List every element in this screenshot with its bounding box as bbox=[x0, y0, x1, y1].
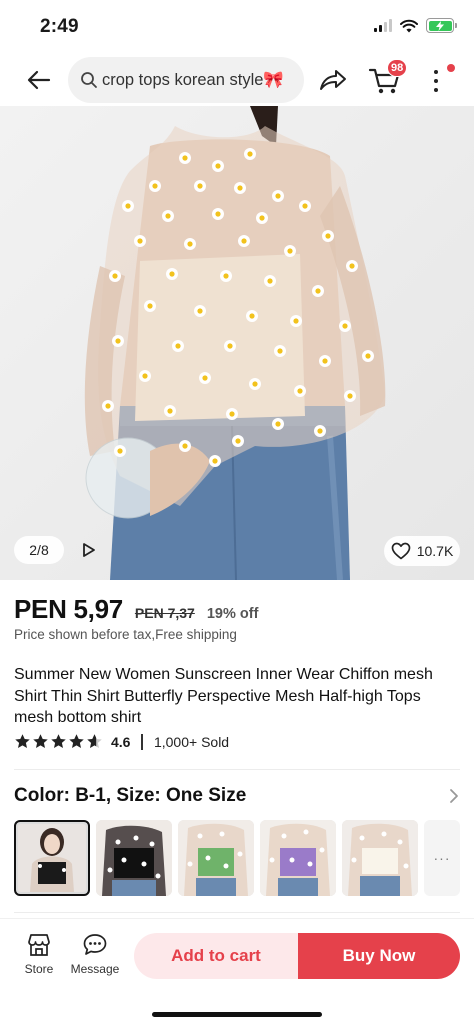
cart-count-badge: 98 bbox=[387, 59, 408, 77]
image-counter: 2/8 bbox=[14, 536, 64, 564]
like-count: 10.7K bbox=[416, 543, 454, 559]
variant-image bbox=[18, 824, 86, 892]
section-divider bbox=[14, 912, 460, 913]
home-indicator bbox=[152, 1012, 322, 1017]
variant-image bbox=[342, 820, 418, 896]
add-to-cart-button[interactable]: Add to cart bbox=[134, 933, 298, 979]
price-row: PEN 5,97 PEN 7,37 19% off bbox=[14, 594, 258, 625]
notification-dot bbox=[447, 64, 455, 72]
variant-image bbox=[178, 820, 254, 896]
play-video-button[interactable] bbox=[76, 536, 102, 564]
original-price: PEN 7,37 bbox=[134, 605, 195, 621]
back-button[interactable] bbox=[24, 65, 54, 95]
store-label: Store bbox=[24, 962, 54, 976]
current-price: PEN 5,97 bbox=[14, 594, 123, 624]
star-icon bbox=[33, 734, 48, 748]
battery-fill bbox=[428, 20, 452, 31]
variant-image bbox=[260, 820, 336, 896]
back-arrow-icon bbox=[27, 70, 51, 90]
variant-thumbnail[interactable] bbox=[178, 820, 254, 896]
status-icons bbox=[374, 18, 457, 33]
rating-value: 4.6 bbox=[111, 733, 131, 750]
more-options-button[interactable] bbox=[426, 67, 446, 95]
star-icon bbox=[69, 734, 84, 748]
variant-selector-header[interactable]: Color: B-1, Size: One Size bbox=[14, 785, 460, 807]
search-bar[interactable] bbox=[68, 57, 304, 103]
message-button[interactable]: Message bbox=[68, 933, 122, 976]
status-bar: 2:49 bbox=[0, 0, 474, 52]
half-star-icon bbox=[87, 734, 102, 748]
search-input[interactable] bbox=[102, 70, 292, 90]
message-label: Message bbox=[70, 962, 120, 976]
status-time: 2:49 bbox=[40, 16, 79, 37]
star-icon bbox=[15, 734, 30, 748]
top-navigation: 98 bbox=[0, 55, 474, 105]
rating-row[interactable]: 4.6 1,000+ Sold bbox=[14, 733, 229, 750]
wifi-icon bbox=[400, 19, 418, 32]
variant-thumbnail[interactable] bbox=[342, 820, 418, 896]
variant-thumbnail-selected[interactable] bbox=[14, 820, 90, 896]
store-button[interactable]: Store bbox=[20, 933, 58, 976]
bottom-action-bar: Store Message Add to cart Buy Now bbox=[0, 918, 474, 1026]
rating-divider bbox=[141, 733, 143, 750]
variant-heading: Color: B-1, Size: One Size bbox=[14, 785, 247, 806]
heart-icon bbox=[391, 542, 411, 560]
section-divider bbox=[14, 769, 460, 770]
sold-count: 1,000+ Sold bbox=[153, 733, 230, 750]
product-image-gallery[interactable]: 2/8 10.7K bbox=[0, 106, 474, 580]
rating-stars bbox=[14, 733, 103, 750]
more-vertical-icon bbox=[434, 70, 438, 74]
star-icon bbox=[51, 734, 66, 748]
battery-icon bbox=[426, 18, 457, 33]
product-photo bbox=[0, 106, 474, 580]
chevron-right-icon bbox=[450, 789, 458, 803]
variant-thumbnail[interactable] bbox=[96, 820, 172, 896]
store-icon bbox=[28, 934, 50, 956]
play-icon bbox=[83, 543, 95, 557]
variant-thumbnails: ··· bbox=[14, 820, 460, 896]
search-icon bbox=[81, 72, 97, 88]
chat-bubble-icon bbox=[83, 934, 107, 955]
product-title: Summer New Women Sunscreen Inner Wear Ch… bbox=[14, 666, 433, 726]
charging-bolt-icon bbox=[436, 20, 444, 31]
signal-icon bbox=[374, 19, 392, 32]
share-icon[interactable] bbox=[318, 67, 348, 93]
more-variants-button[interactable]: ··· bbox=[424, 820, 460, 896]
variant-thumbnail[interactable] bbox=[260, 820, 336, 896]
discount-label: 19% off bbox=[206, 606, 259, 622]
buy-now-button[interactable]: Buy Now bbox=[298, 933, 460, 979]
variant-image bbox=[96, 820, 172, 896]
like-button[interactable]: 10.7K bbox=[384, 536, 460, 566]
price-note: Price shown before tax,Free shipping bbox=[14, 627, 237, 642]
